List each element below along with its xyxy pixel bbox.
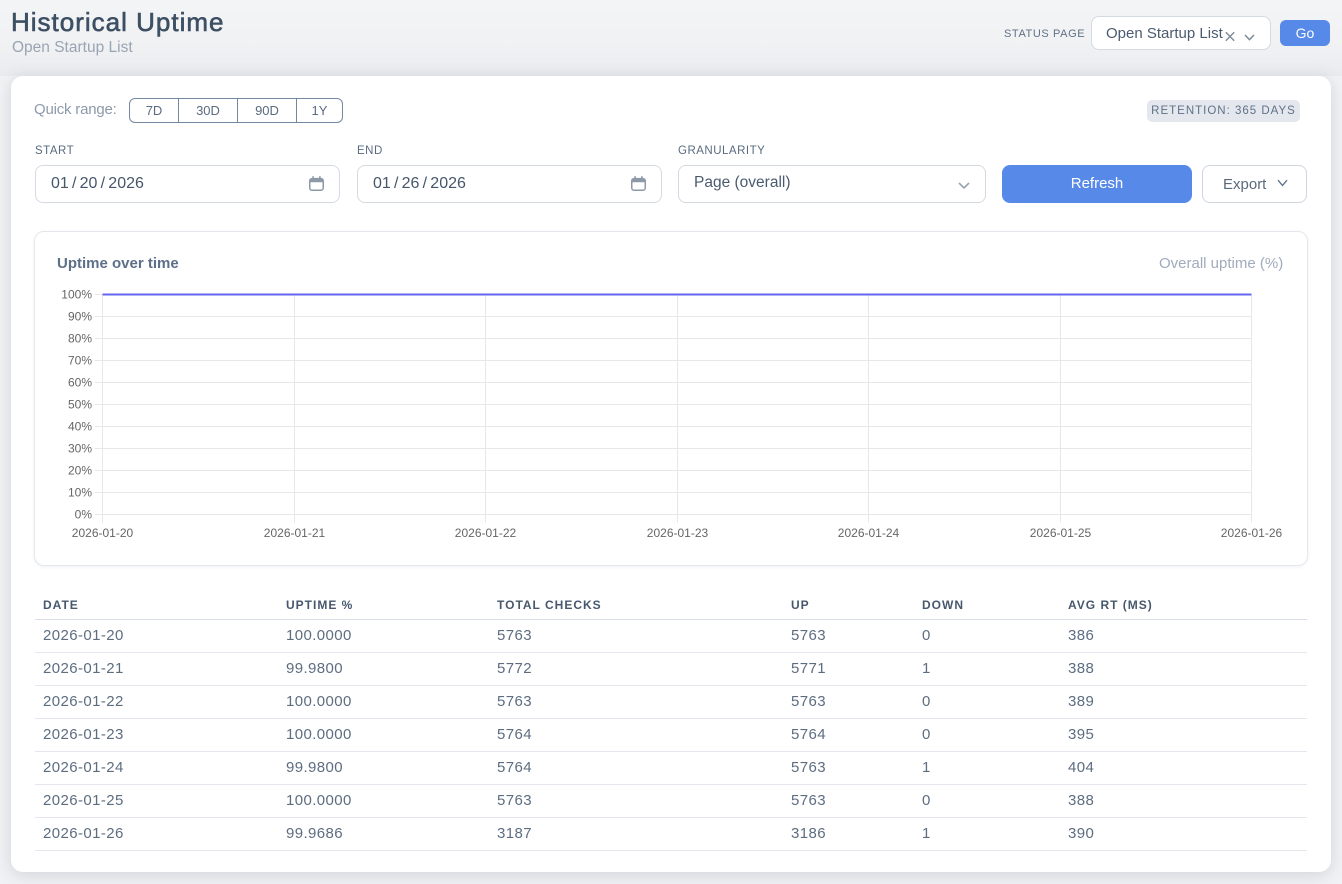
svg-text:80%: 80% (68, 332, 92, 346)
svg-text:2026-01-25: 2026-01-25 (1030, 526, 1092, 540)
svg-text:2026-01-22: 2026-01-22 (455, 526, 517, 540)
svg-text:2026-01-20: 2026-01-20 (72, 526, 134, 540)
svg-text:50%: 50% (68, 398, 92, 412)
svg-text:100%: 100% (61, 288, 92, 302)
svg-text:0%: 0% (75, 508, 93, 522)
svg-text:30%: 30% (68, 442, 92, 456)
svg-text:2026-01-23: 2026-01-23 (647, 526, 709, 540)
svg-text:2026-01-26: 2026-01-26 (1221, 526, 1283, 540)
svg-text:10%: 10% (68, 486, 92, 500)
svg-text:20%: 20% (68, 464, 92, 478)
svg-text:60%: 60% (68, 376, 92, 390)
svg-text:2026-01-24: 2026-01-24 (838, 526, 900, 540)
svg-text:70%: 70% (68, 354, 92, 368)
svg-text:40%: 40% (68, 420, 92, 434)
svg-text:90%: 90% (68, 310, 92, 324)
svg-text:2026-01-21: 2026-01-21 (264, 526, 326, 540)
